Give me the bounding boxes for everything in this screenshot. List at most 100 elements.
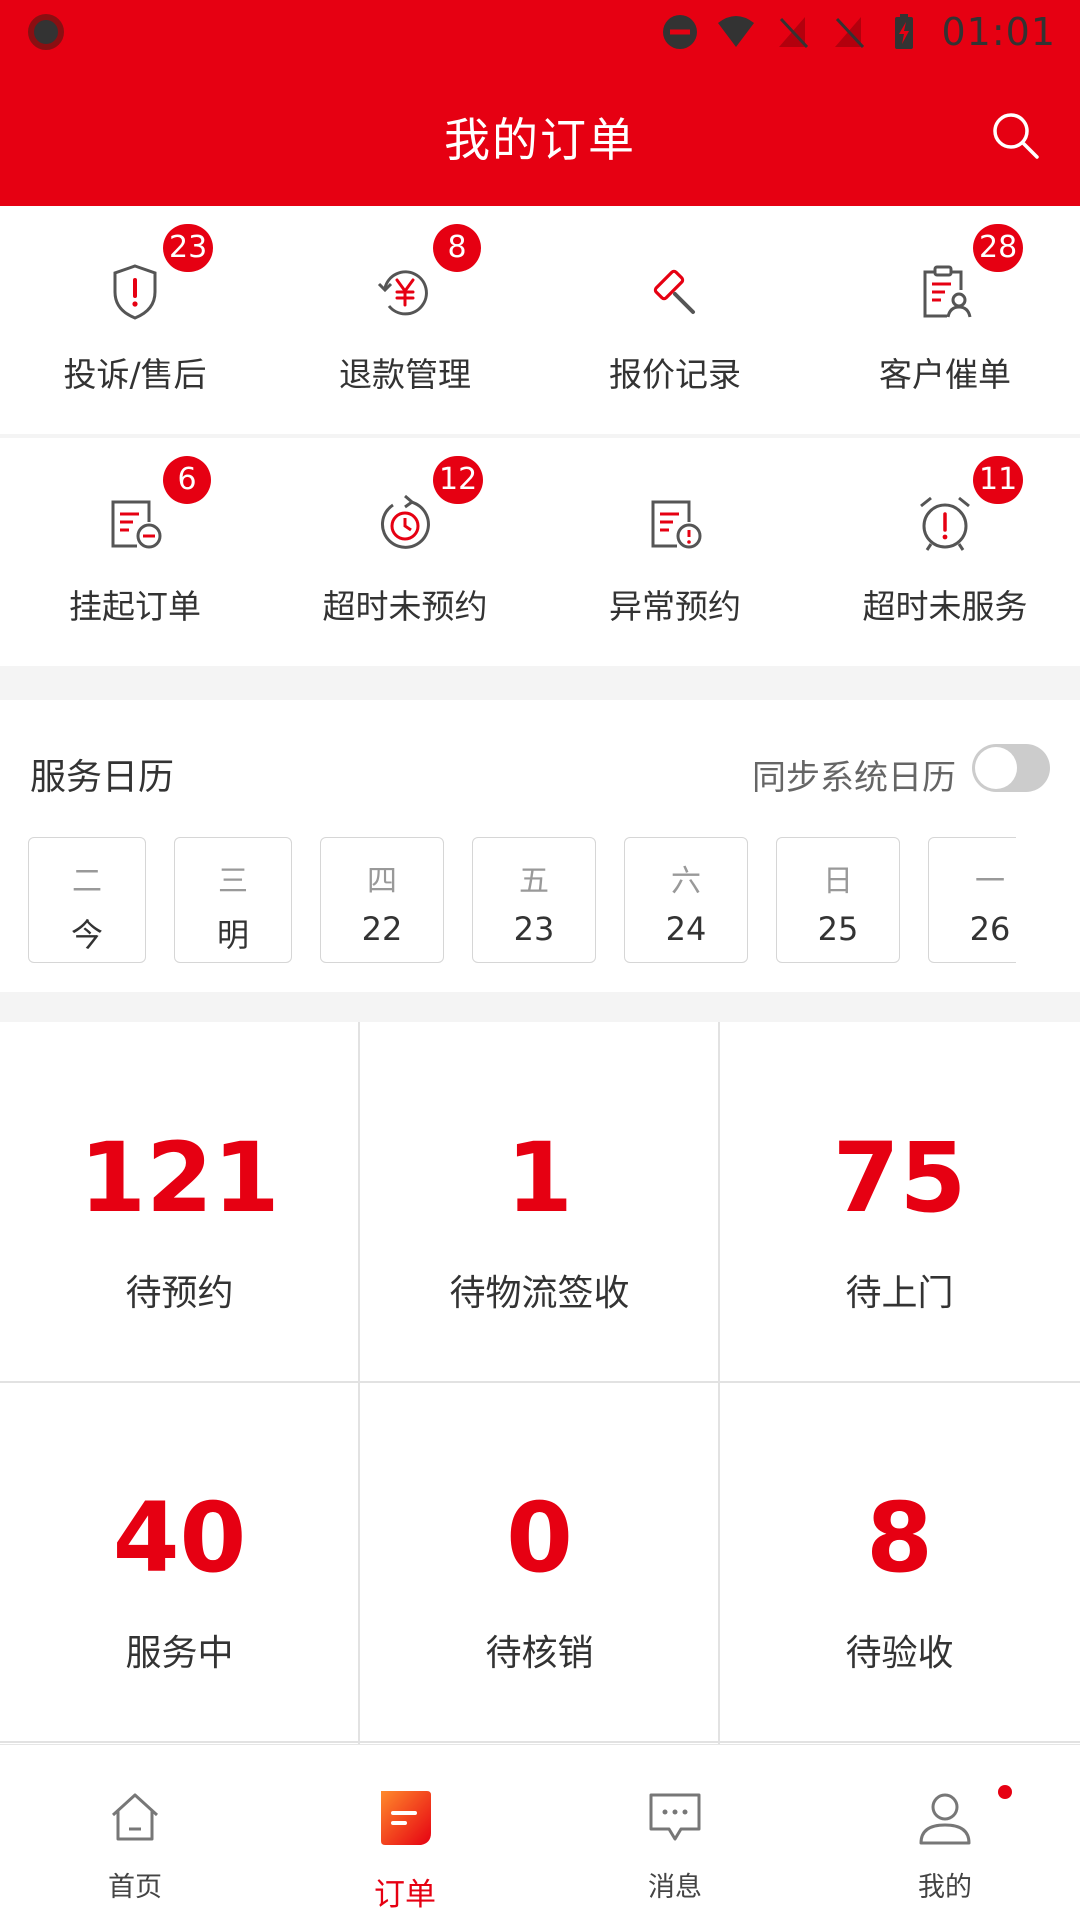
day-date: 26 xyxy=(969,910,1011,948)
document-alert-icon xyxy=(651,500,702,549)
calendar-day[interactable]: 二 今 xyxy=(28,837,146,963)
count-badge: 8 xyxy=(433,224,481,272)
nav-mine[interactable]: 我的 xyxy=(810,1745,1080,1921)
no-signal-icon xyxy=(779,17,809,49)
day-date: 23 xyxy=(513,910,555,948)
shortcut-quote-records[interactable]: 报价记录 xyxy=(540,206,810,434)
shortcut-row-2: 挂起订单 6 超时未预约 12 异常预约 超时未服务 11 xyxy=(0,438,1080,666)
stat-in-service[interactable]: 40 服务中 xyxy=(0,1382,359,1741)
do-not-disturb-icon xyxy=(663,15,698,49)
nav-label: 订单 xyxy=(374,1877,436,1913)
order-icon xyxy=(381,1791,431,1845)
stat-label: 待物流签收 xyxy=(449,1273,630,1314)
shortcut-customer-urge[interactable]: 客户催单 28 xyxy=(810,206,1080,434)
service-calendar: 服务日历 同步系统日历 二 今 三 明 四 22 五 23 六 24 日 25 … xyxy=(0,700,1080,992)
stat-label: 待上门 xyxy=(845,1273,954,1314)
grid-divider xyxy=(718,1022,720,1762)
shield-alert-icon xyxy=(113,264,157,320)
day-weekday: 六 xyxy=(671,864,701,899)
nav-orders[interactable]: 订单 xyxy=(270,1745,540,1921)
search-icon[interactable] xyxy=(990,110,1040,160)
shortcut-label: 退款管理 xyxy=(339,355,471,394)
shortcut-label: 异常预约 xyxy=(609,587,741,626)
shortcut-label: 投诉/售后 xyxy=(63,355,207,394)
record-indicator-icon xyxy=(28,14,64,50)
page-title: 我的订单 xyxy=(444,113,636,167)
stat-pending-logistics[interactable]: 1 待物流签收 xyxy=(360,1022,719,1381)
shortcut-label: 挂起订单 xyxy=(69,587,201,626)
stat-label: 待预约 xyxy=(125,1273,234,1314)
clipboard-user-icon xyxy=(923,265,972,318)
day-weekday: 日 xyxy=(823,864,853,899)
grid-divider xyxy=(0,1741,1080,1743)
day-date: 22 xyxy=(361,910,403,948)
nav-label: 首页 xyxy=(108,1872,162,1903)
day-date: 25 xyxy=(817,910,859,948)
calendar-day[interactable]: 日 25 xyxy=(776,837,900,963)
shortcut-label: 超时未服务 xyxy=(862,587,1028,626)
nav-home[interactable]: 首页 xyxy=(0,1745,270,1921)
stat-value: 121 xyxy=(79,1122,280,1234)
shortcut-label: 报价记录 xyxy=(609,355,741,394)
shortcut-row-1: 投诉/售后 23 退款管理 8 报价记录 客户催单 28 xyxy=(0,206,1080,434)
user-icon xyxy=(919,1793,971,1845)
shortcut-overdue-appointment[interactable]: 超时未预约 12 xyxy=(270,438,540,666)
calendar-day[interactable]: 一 26 xyxy=(928,837,1016,963)
stat-label: 待核销 xyxy=(485,1633,594,1674)
day-weekday: 四 xyxy=(367,864,397,899)
day-date: 今 xyxy=(70,916,103,954)
shortcut-abnormal-appointment[interactable]: 异常预约 xyxy=(540,438,810,666)
status-time: 01:01 xyxy=(941,10,1056,54)
stat-pending-acceptance[interactable]: 8 待验收 xyxy=(720,1382,1079,1741)
stat-pending-verification[interactable]: 0 待核销 xyxy=(360,1382,719,1741)
count-badge: 12 xyxy=(433,456,484,504)
stat-label: 服务中 xyxy=(125,1633,234,1674)
home-icon xyxy=(111,1793,159,1841)
calendar-day[interactable]: 五 23 xyxy=(472,837,596,963)
calendar-day[interactable]: 四 22 xyxy=(320,837,444,963)
app-header: 01:01 我的订单 xyxy=(0,0,1080,206)
shortcut-refund[interactable]: 退款管理 8 xyxy=(270,206,540,434)
grid-divider xyxy=(358,1022,360,1762)
notification-dot xyxy=(998,1785,1012,1799)
message-icon xyxy=(649,1793,701,1841)
sync-calendar-label: 同步系统日历 xyxy=(752,758,956,798)
calendar-title: 服务日历 xyxy=(30,757,175,798)
day-weekday: 五 xyxy=(519,864,549,899)
day-weekday: 一 xyxy=(975,864,1005,899)
order-stats-grid: 121 待预约 1 待物流签收 75 待上门 40 服务中 0 待核销 8 待验… xyxy=(0,1022,1080,1762)
status-bar: 01:01 xyxy=(0,0,1080,62)
document-minus-icon xyxy=(111,500,162,549)
stat-value: 8 xyxy=(866,1482,933,1594)
stat-label: 待验收 xyxy=(845,1633,954,1674)
bottom-nav: 首页 订单 消息 我的 xyxy=(0,1744,1080,1921)
count-badge: 23 xyxy=(163,224,214,272)
battery-charging-icon xyxy=(895,14,914,49)
count-badge: 28 xyxy=(973,224,1024,272)
shortcut-label: 客户催单 xyxy=(879,355,1011,394)
day-weekday: 二 xyxy=(72,864,102,899)
shortcut-suspended-orders[interactable]: 挂起订单 6 xyxy=(0,438,270,666)
stat-pending-visit[interactable]: 75 待上门 xyxy=(720,1022,1079,1381)
calendar-day[interactable]: 三 明 xyxy=(174,837,292,963)
calendar-day[interactable]: 六 24 xyxy=(624,837,748,963)
day-date: 明 xyxy=(216,916,249,954)
nav-label: 消息 xyxy=(648,1872,702,1903)
day-weekday: 三 xyxy=(218,864,248,899)
stat-pending-appointment[interactable]: 121 待预约 xyxy=(0,1022,359,1381)
stat-value: 40 xyxy=(112,1482,247,1594)
day-date: 24 xyxy=(665,910,707,948)
nav-messages[interactable]: 消息 xyxy=(540,1745,810,1921)
shortcut-overdue-service[interactable]: 超时未服务 11 xyxy=(810,438,1080,666)
sync-calendar-toggle[interactable] xyxy=(972,744,1050,792)
shortcut-label: 超时未预约 xyxy=(322,587,488,626)
toggle-knob xyxy=(975,747,1017,789)
shortcut-complaint-aftersale[interactable]: 投诉/售后 23 xyxy=(0,206,270,434)
calendar-day-strip[interactable]: 二 今 三 明 四 22 五 23 六 24 日 25 一 26 xyxy=(28,837,1016,965)
gavel-icon xyxy=(653,269,695,314)
nav-label: 我的 xyxy=(918,1872,972,1903)
clock-refresh-icon xyxy=(380,494,430,549)
stat-value: 0 xyxy=(506,1482,573,1594)
stat-value: 75 xyxy=(832,1122,967,1234)
no-sim-icon xyxy=(835,17,865,49)
